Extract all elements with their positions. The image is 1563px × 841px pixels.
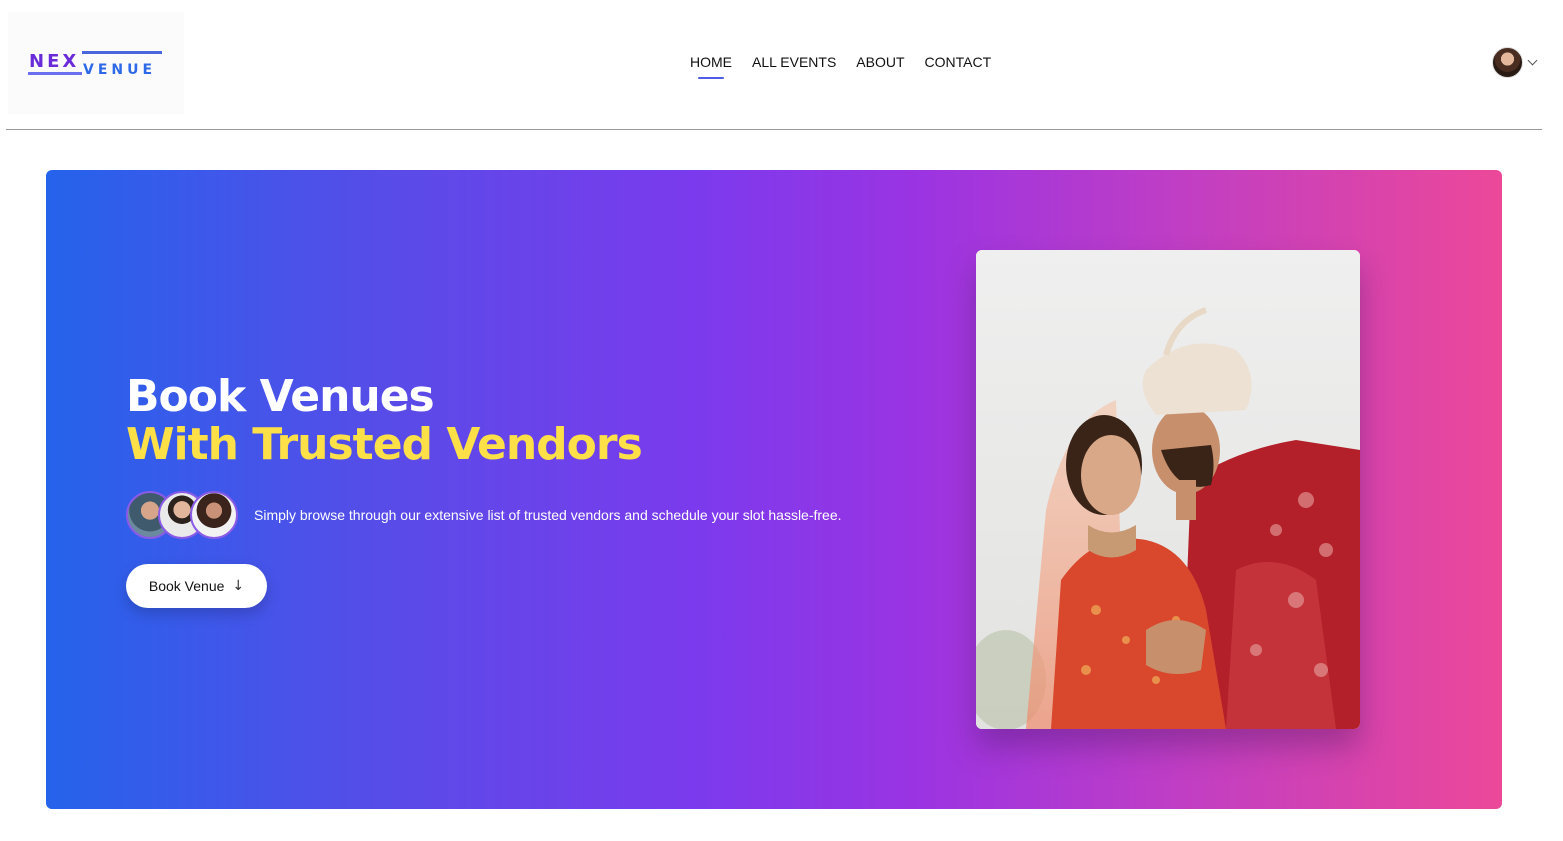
nav-home[interactable]: HOME: [690, 54, 732, 79]
hero-title-line1: Book Venues: [126, 371, 435, 422]
header-divider: [6, 129, 1542, 130]
wedding-couple-image: [976, 250, 1360, 729]
user-menu[interactable]: [1492, 47, 1538, 78]
book-venue-label: Book Venue: [148, 578, 225, 594]
hero-title-line2: With Trusted Vendors: [126, 419, 643, 470]
logo-bar-top: [82, 51, 162, 54]
vendor-avatar-3: [190, 491, 238, 539]
hero-subtitle: Simply browse through our extensive list…: [254, 507, 842, 523]
logo-venue-text: VENUE: [83, 62, 157, 78]
book-venue-button[interactable]: Book Venue ↓: [126, 564, 267, 608]
nav-all-events[interactable]: ALL EVENTS: [752, 54, 836, 76]
main-nav: HOME ALL EVENTS ABOUT CONTACT: [690, 54, 992, 79]
hero-banner: Book Venues With Trusted Vendors Simply …: [46, 170, 1502, 809]
hero-image: [976, 250, 1360, 729]
nav-about[interactable]: ABOUT: [856, 54, 904, 76]
logo[interactable]: NEX VENUE: [28, 49, 168, 89]
vendor-avatars: [126, 491, 238, 541]
arrow-down-icon: ↓: [232, 578, 245, 594]
user-avatar[interactable]: [1492, 47, 1523, 78]
chevron-down-icon[interactable]: [1527, 55, 1538, 66]
logo-container[interactable]: NEX VENUE: [8, 12, 184, 114]
header: NEX VENUE HOME ALL EVENTS ABOUT CONTACT: [0, 0, 1563, 130]
logo-bar-bottom: [28, 72, 82, 75]
logo-nex-text: NEX: [29, 51, 80, 72]
nav-contact[interactable]: CONTACT: [925, 54, 992, 76]
